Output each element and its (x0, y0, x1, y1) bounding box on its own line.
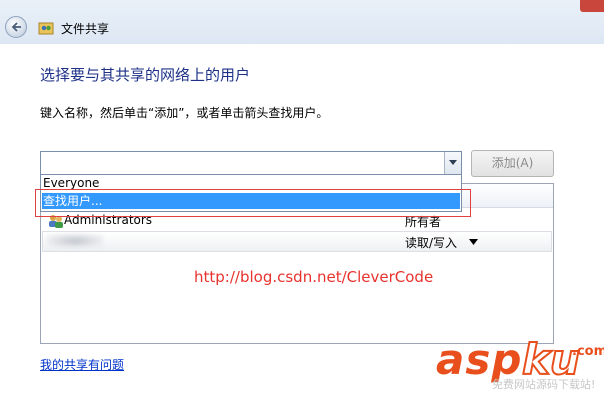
list-row-user[interactable]: 读取/写入 (42, 231, 552, 252)
chevron-down-icon (449, 160, 457, 165)
page-heading: 选择要与其共享的网络上的用户 (40, 66, 251, 84)
back-button[interactable] (5, 16, 27, 38)
dropdown-item-everyone[interactable]: Everyone (43, 176, 99, 190)
close-button[interactable] (580, 0, 604, 12)
back-arrow-icon (11, 22, 21, 32)
instruction-text: 键入名称，然后单击“添加”，或者单击箭头查找用户。 (40, 106, 329, 120)
logo-com: .com (572, 344, 604, 359)
permission-dropdown[interactable]: 读取/写入 (405, 234, 457, 251)
chevron-down-icon[interactable] (469, 239, 478, 245)
annotation-highlight-box (35, 189, 471, 217)
title-bar: 文件共享 (0, 0, 604, 44)
blog-watermark: http://blog.csdn.net/CleverCode (194, 268, 434, 286)
add-button[interactable]: 添加(A) (471, 150, 554, 177)
help-link[interactable]: 我的共享有问题 (40, 356, 124, 373)
users-icon (38, 22, 54, 35)
combo-dropdown-button[interactable] (444, 152, 461, 174)
site-logo: asp ku .com 免费网站源码下载站! (430, 335, 604, 392)
user-name-combobox[interactable] (40, 151, 462, 175)
blurred-user-name (47, 234, 103, 248)
window-title: 文件共享 (61, 22, 110, 36)
logo-subtitle: 免费网站源码下载站! (492, 378, 596, 391)
